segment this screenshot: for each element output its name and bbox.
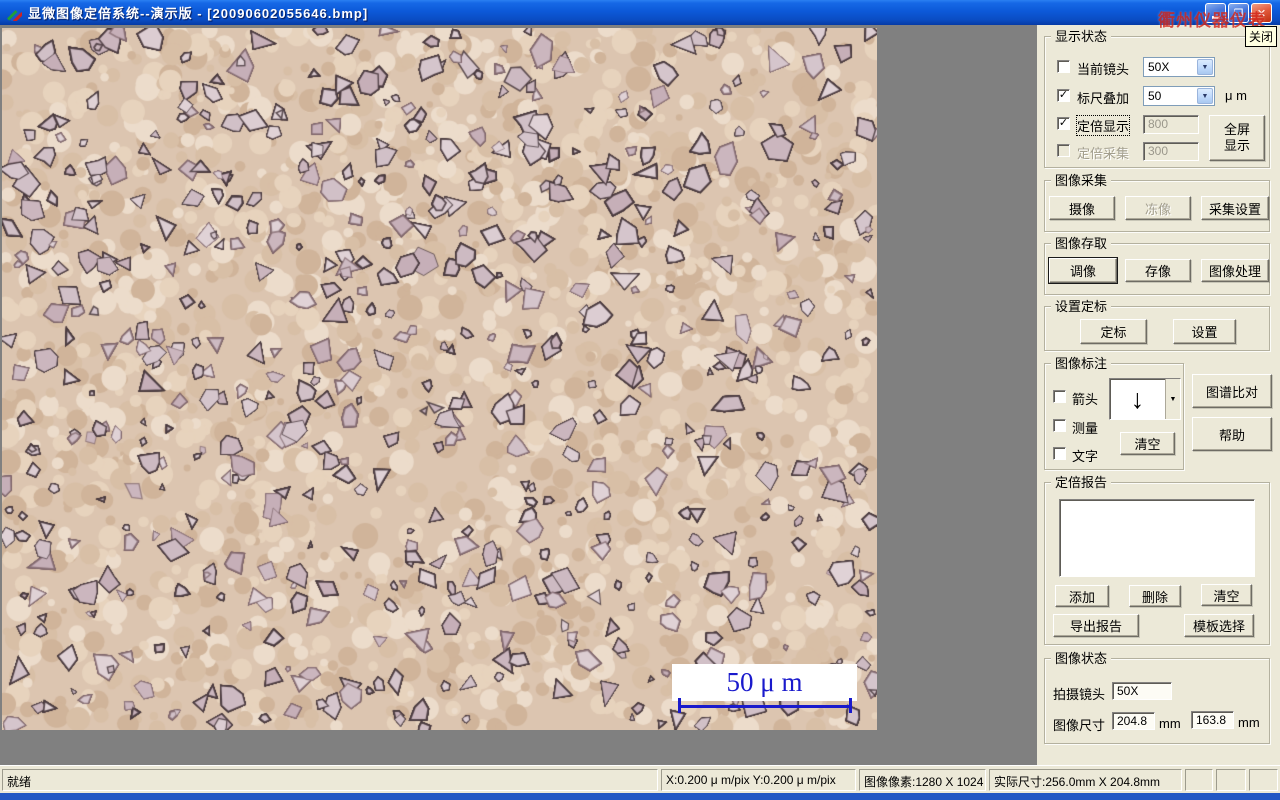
width-unit-label: mm (1159, 716, 1181, 731)
save-image-button[interactable]: 存像 (1125, 259, 1191, 282)
image-size-label: 图像尺寸 (1053, 718, 1106, 733)
statusbar-actual-size: 实际尺寸:256.0mm X 204.8mm (989, 769, 1182, 791)
group-image-storage-label: 图像存取 (1051, 236, 1112, 251)
window-bottom-border (0, 793, 1280, 800)
statusbar-image-pixels: 图像像素:1280 X 1024 (859, 769, 986, 791)
scalebar-tick-left (678, 698, 681, 713)
group-display-status: 显示状态 当前镜头 50X ▼ ✓ 标尺叠加 50 ▼ μ m ✓ 定倍显示 8… (1044, 29, 1270, 168)
statusbar-pane-empty (1185, 769, 1213, 791)
measure-label: 测量 (1072, 421, 1099, 436)
current-lens-value: 50X (1148, 60, 1170, 74)
fixed-capture-input: 300 (1143, 142, 1199, 161)
chevron-down-icon[interactable]: ▼ (1197, 59, 1213, 75)
group-annotation: 图像标注 箭头 测量 文字 ↓ ▼ 清空 (1044, 356, 1184, 470)
arrow-label: 箭头 (1072, 392, 1099, 407)
image-width-input[interactable]: 204.8 (1112, 712, 1155, 730)
image-height-input[interactable]: 163.8 (1191, 711, 1234, 729)
atlas-compare-button[interactable]: 图谱比对 (1192, 374, 1272, 408)
image-process-button[interactable]: 图像处理 (1201, 259, 1269, 282)
chevron-down-icon[interactable]: ▼ (1197, 88, 1213, 104)
fullscreen-button[interactable]: 全屏 显示 (1209, 115, 1265, 161)
help-button[interactable]: 帮助 (1192, 417, 1272, 451)
fixed-capture-checkbox (1057, 144, 1070, 157)
group-annotation-label: 图像标注 (1051, 356, 1112, 371)
template-select-button[interactable]: 模板选择 (1184, 614, 1254, 637)
window-title: 显微图像定倍系统--演示版 - [20090602055646.bmp] (28, 6, 369, 21)
group-image-capture: 图像采集 摄像 冻像 采集设置 (1044, 173, 1270, 232)
current-lens-combo[interactable]: 50X ▼ (1143, 57, 1215, 77)
micrograph-image (2, 28, 877, 730)
group-report-label: 定倍报告 (1051, 475, 1112, 490)
capture-button[interactable]: 摄像 (1049, 196, 1115, 220)
fixed-capture-label: 定倍采集 (1077, 146, 1130, 161)
group-calibration: 设置定标 定标 设置 (1044, 299, 1270, 351)
fixed-display-checkbox[interactable]: ✓ (1057, 117, 1070, 130)
calibration-setup-button[interactable]: 设置 (1173, 319, 1236, 344)
statusbar-pane-empty (1216, 769, 1246, 791)
chevron-down-icon[interactable]: ▼ (1165, 379, 1180, 419)
close-tooltip: 关闭 (1245, 26, 1278, 47)
current-lens-checkbox[interactable] (1057, 60, 1070, 73)
group-image-status-label: 图像状态 (1051, 651, 1112, 666)
scale-overlay-unit: μ m (1225, 88, 1247, 103)
report-clear-button[interactable]: 清空 (1201, 584, 1252, 606)
arrow-style-combo[interactable]: ↓ ▼ (1109, 378, 1181, 420)
lens-label: 拍摄镜头 (1053, 687, 1106, 702)
group-image-storage: 图像存取 调像 存像 图像处理 (1044, 236, 1270, 295)
report-add-button[interactable]: 添加 (1055, 585, 1109, 607)
calibrate-button[interactable]: 定标 (1080, 319, 1147, 344)
text-checkbox[interactable] (1053, 447, 1066, 460)
statusbar-xy-scale: X:0.200 μ m/pix Y:0.200 μ m/pix (661, 769, 856, 791)
arrow-checkbox[interactable] (1053, 390, 1066, 403)
group-image-capture-label: 图像采集 (1051, 173, 1112, 188)
capture-settings-button[interactable]: 采集设置 (1201, 196, 1269, 220)
app-icon (7, 10, 22, 21)
group-image-status: 图像状态 拍摄镜头 50X 图像尺寸 204.8 mm 163.8 mm (1044, 651, 1270, 744)
scale-overlay-checkbox[interactable]: ✓ (1057, 89, 1070, 102)
group-report: 定倍报告 添加 删除 清空 导出报告 模板选择 (1044, 475, 1270, 645)
fullscreen-button-line2: 显示 (1223, 138, 1250, 153)
scalebar-tick-right (849, 698, 852, 713)
fixed-display-input: 800 (1143, 115, 1199, 134)
down-arrow-icon: ↓ (1130, 383, 1145, 414)
scalebar-line (678, 705, 852, 708)
freeze-button: 冻像 (1125, 196, 1191, 220)
measure-checkbox[interactable] (1053, 419, 1066, 432)
load-image-button[interactable]: 调像 (1048, 257, 1118, 284)
report-delete-button[interactable]: 删除 (1129, 585, 1181, 607)
lens-value-input[interactable]: 50X (1112, 682, 1172, 700)
scale-overlay-value: 50 (1148, 89, 1162, 103)
statusbar: 就绪 X:0.200 μ m/pix Y:0.200 μ m/pix 图像像素:… (0, 765, 1280, 793)
group-calibration-label: 设置定标 (1051, 299, 1112, 314)
scale-overlay-combo[interactable]: 50 ▼ (1143, 86, 1215, 106)
scalebar-label-box: 50 μ m (672, 664, 857, 701)
fullscreen-button-line1: 全屏 (1223, 122, 1250, 137)
export-report-button[interactable]: 导出报告 (1053, 614, 1139, 637)
statusbar-ready: 就绪 (2, 769, 658, 791)
statusbar-pane-empty (1249, 769, 1278, 791)
text-label: 文字 (1072, 449, 1099, 464)
scale-overlay-label: 标尺叠加 (1077, 91, 1130, 106)
scalebar-label: 50 μ m (726, 667, 803, 697)
titlebar: 显微图像定倍系统--演示版 - [20090602055646.bmp] (0, 0, 1280, 25)
group-display-status-label: 显示状态 (1051, 29, 1112, 44)
height-unit-label: mm (1238, 715, 1260, 730)
fixed-display-label: 定倍显示 (1075, 115, 1131, 136)
annotation-clear-button[interactable]: 清空 (1120, 432, 1175, 455)
current-lens-label: 当前镜头 (1077, 62, 1130, 77)
report-listbox[interactable] (1059, 499, 1255, 577)
